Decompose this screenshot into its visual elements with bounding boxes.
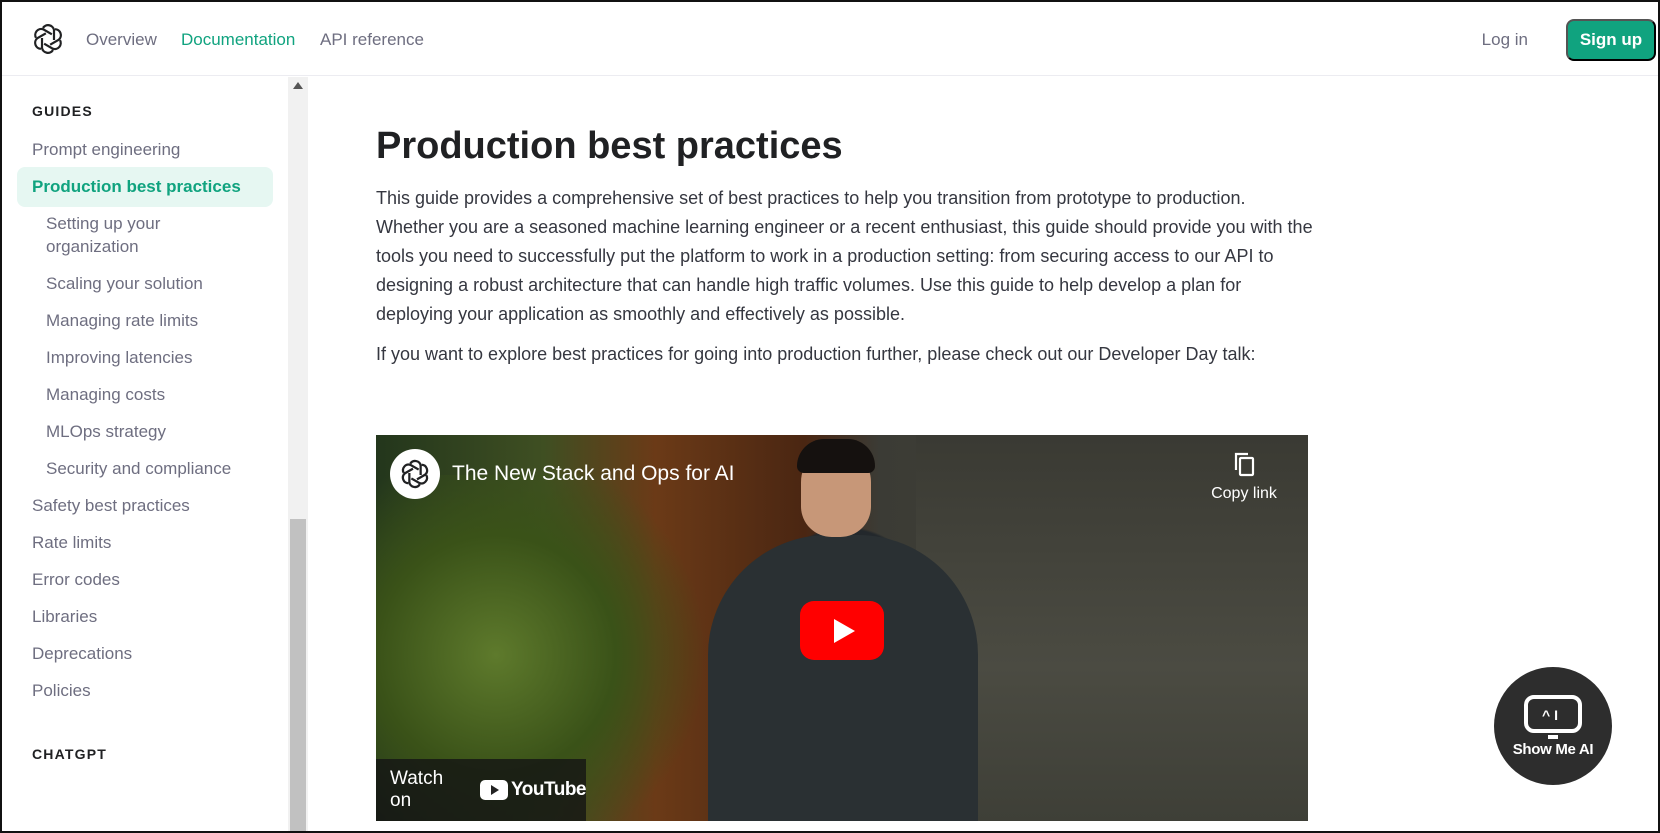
sidebar-item-scaling-your-solution[interactable]: Scaling your solution [46, 272, 203, 296]
login-link[interactable]: Log in [1482, 30, 1528, 50]
sidebar: GUIDES Prompt engineering Production bes… [2, 77, 290, 831]
sidebar-item-managing-costs[interactable]: Managing costs [46, 383, 165, 407]
watch-on-youtube-button[interactable]: Watch on YouTube [376, 759, 586, 821]
copy-link-button[interactable]: Copy link [1204, 451, 1284, 503]
youtube-wordmark: YouTube [511, 779, 586, 800]
scroll-up-arrow-icon[interactable] [293, 82, 303, 89]
robot-screen-icon: ^ I [1524, 694, 1582, 739]
sidebar-item-prompt-engineering[interactable]: Prompt engineering [32, 138, 180, 162]
show-me-ai-badge[interactable]: ^ I Show Me AI [1494, 667, 1612, 785]
page-title: Production best practices [376, 125, 843, 167]
scrollbar-thumb[interactable] [290, 519, 306, 831]
top-navigation: Overview Documentation API reference Log… [2, 2, 1658, 76]
sidebar-item-error-codes[interactable]: Error codes [32, 568, 120, 592]
sidebar-item-improving-latencies[interactable]: Improving latencies [46, 346, 192, 370]
sidebar-item-rate-limits[interactable]: Rate limits [32, 531, 111, 555]
sidebar-heading-chatgpt: CHATGPT [32, 746, 108, 762]
intro-paragraph: This guide provides a comprehensive set … [376, 188, 1313, 324]
youtube-video-embed[interactable]: The New Stack and Ops for AI Copy link W… [376, 435, 1308, 821]
sidebar-item-mlops-strategy[interactable]: MLOps strategy [46, 420, 166, 444]
sidebar-item-setting-up-organization[interactable]: Setting up your [46, 212, 160, 236]
play-button-icon[interactable] [800, 601, 884, 660]
sidebar-item-libraries[interactable]: Libraries [32, 605, 97, 629]
copy-icon [1234, 452, 1255, 477]
copy-link-label: Copy link [1211, 485, 1277, 502]
sidebar-item-setting-up-organization-line2[interactable]: organization [46, 235, 139, 259]
youtube-logo-icon: YouTube [480, 779, 586, 801]
sidebar-item-production-best-practices[interactable]: Production best practices [17, 167, 273, 207]
signup-button[interactable]: Sign up [1566, 19, 1656, 61]
nav-documentation[interactable]: Documentation [181, 30, 295, 50]
sidebar-item-policies[interactable]: Policies [32, 679, 91, 703]
video-thumbnail-speaker-hair [797, 439, 875, 473]
sidebar-scrollbar[interactable] [288, 77, 308, 831]
openai-logo-icon[interactable] [31, 22, 65, 56]
sidebar-item-managing-rate-limits[interactable]: Managing rate limits [46, 309, 198, 333]
watch-on-label: Watch on [390, 768, 444, 811]
channel-avatar-icon[interactable] [390, 449, 440, 499]
sidebar-item-deprecations[interactable]: Deprecations [32, 642, 132, 666]
show-me-ai-label: Show Me AI [1512, 740, 1594, 758]
nav-api-reference[interactable]: API reference [320, 30, 424, 50]
video-title[interactable]: The New Stack and Ops for AI [452, 462, 734, 486]
sidebar-item-safety-best-practices[interactable]: Safety best practices [32, 494, 190, 518]
nav-overview[interactable]: Overview [86, 30, 157, 50]
sidebar-heading-guides: GUIDES [32, 103, 93, 119]
developer-day-paragraph: If you want to explore best practices fo… [376, 344, 1256, 364]
video-thumbnail-speaker [708, 535, 978, 821]
sidebar-item-security-and-compliance[interactable]: Security and compliance [46, 457, 231, 481]
